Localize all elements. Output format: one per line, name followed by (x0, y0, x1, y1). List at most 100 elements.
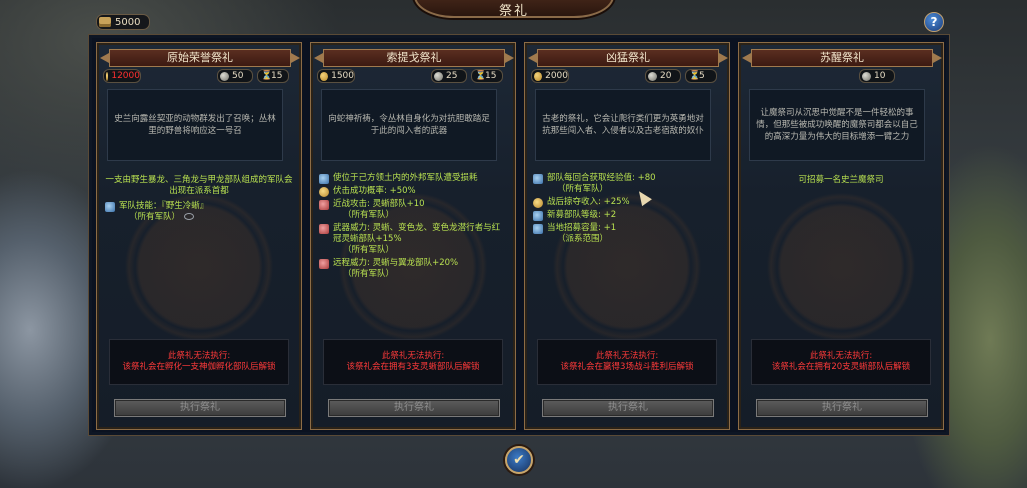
perform-rite-button[interactable]: 执行祭礼 (328, 399, 500, 417)
checkmark-icon: ✔ (513, 452, 525, 468)
effect-text: 伏击成功概率: +50% (333, 186, 416, 196)
rite-description-text: 史兰向露丝契亚的动物群发出了召唤；丛林里的野兽将响应这一号召 (114, 114, 276, 136)
effect-text: 近战攻击: 灵蜥部队+10 (333, 199, 425, 209)
effect-text: 军队技能：『野生冷蜥』 (119, 201, 209, 211)
effect-text: 新募部队等级: +2 (547, 210, 617, 220)
favor-cost-value: 25 (446, 71, 458, 81)
rite-title: 索提戈祭礼 (314, 49, 514, 67)
help-button[interactable]: ? (924, 12, 944, 32)
effect-sub-text: （所有军队） (129, 212, 181, 222)
rite-card-primal-glory[interactable]: 原始荣誉祭礼 12000 50 ⏳ 15 史兰向露丝契亚的动物群发出了召唤；丛林… (96, 42, 302, 430)
rite-description: 古老的祭礼，它会让爬行类们更为英勇地对抗那些闯入者、入侵者以及古老宿敌的奴仆 (535, 89, 711, 161)
hourglass-icon: ⏳ (689, 70, 701, 81)
rite-description: 史兰向露丝契亚的动物群发出了召唤；丛林里的野兽将响应这一号召 (107, 89, 283, 161)
favor-cost: 20 (645, 69, 681, 83)
rite-description: 让魔祭司从沉思中觉醒不是一件轻松的事情，但那些被成功唤醒的魔祭司都会以自己的高深… (749, 89, 925, 161)
gold-cost: 12000 (103, 69, 141, 83)
rite-effect-text: 可招募一名史兰魔祭司 (798, 175, 884, 185)
effect-sub: （所有军队） (343, 269, 395, 279)
effect-sub: （所有军队） (119, 212, 293, 223)
ambush-icon (319, 187, 329, 197)
cooldown-value: 15 (271, 71, 283, 81)
gold-coin-icon (534, 71, 543, 81)
treasury-value: 5000 (115, 16, 141, 28)
confirm-button[interactable]: ✔ (505, 446, 533, 474)
warning-text: 该祭礼会在赢得3场战斗胜利后解锁 (560, 362, 694, 372)
effect-row[interactable]: 军队技能：『野生冷蜥』 （所有军队） (105, 201, 293, 223)
effect-row[interactable]: 部队每回合获取经验值: +80 （所有军队） (533, 173, 721, 195)
cooldown: ⏳ 15 (471, 69, 503, 83)
rite-card-awakening[interactable]: 苏醒祭礼 10 让魔祭司从沉思中觉醒不是一件轻松的事情，但那些被成功唤醒的魔祭司… (738, 42, 944, 430)
hourglass-icon: ⏳ (261, 70, 273, 81)
treasury-icon (99, 17, 111, 27)
warning-text: 该祭礼会在孵化一支神伽孵化部队后解锁 (122, 362, 276, 372)
effect-text: 战后掠夺收入: +25% (547, 197, 630, 207)
favor-orb-icon (220, 71, 229, 81)
effect-row[interactable]: 战后掠夺收入: +25% (533, 197, 721, 208)
gold-coin-icon (106, 71, 109, 81)
favor-orb-icon (648, 71, 657, 81)
cooldown-value: 5 (699, 71, 705, 81)
perform-rite-button[interactable]: 执行祭礼 (542, 399, 714, 417)
effect-row[interactable]: 远程威力: 灵蜥与翼龙部队+20% （所有军队） (319, 258, 507, 280)
effect-text: 远程威力: 灵蜥与翼龙部队+20% (333, 258, 459, 268)
effect-text: 当地招募容量: +1 (547, 223, 617, 233)
rite-effects: 军队技能：『野生冷蜥』 （所有军队） (105, 201, 293, 225)
gold-cost: 1500 (317, 69, 355, 83)
rite-lock-warning: 此祭礼无法执行: 该祭礼会在拥有20支灵蜥部队后解锁 (751, 339, 931, 385)
effect-sub: （派系范围） (557, 234, 609, 244)
rite-title: 原始荣誉祭礼 (100, 49, 300, 67)
effect-text: 武器威力: 灵蜥、变色龙、变色龙潜行者与红冠灵蜥部队+15% (333, 223, 501, 244)
effect-text: 部队每回合获取经验值: +80 (547, 173, 656, 183)
rite-costs: 1500 25 ⏳ 15 (317, 69, 507, 83)
warning-title: 此祭礼无法执行: (595, 351, 659, 361)
gold-cost: 2000 (531, 69, 569, 83)
recruit-capacity-icon (533, 224, 543, 234)
favor-cost-value: 20 (660, 71, 672, 81)
warning-title: 此祭礼无法执行: (809, 351, 873, 361)
favor-orb-icon (862, 71, 871, 81)
rite-lock-warning: 此祭礼无法执行: 该祭礼会在赢得3场战斗胜利后解锁 (537, 339, 717, 385)
perform-rite-button[interactable]: 执行祭礼 (756, 399, 928, 417)
rite-effect-text: 一支由野生暴龙、三角龙与甲龙部队组成的军队会出现在派系首都 (105, 175, 293, 196)
favor-cost: 25 (431, 69, 467, 83)
rite-lock-warning: 此祭礼无法执行: 该祭礼会在拥有3支灵蜥部队后解锁 (323, 339, 503, 385)
recruit-rank-icon (533, 211, 543, 221)
hourglass-icon: ⏳ (475, 70, 487, 81)
treasury-display: 5000 (96, 14, 150, 30)
favor-cost: 50 (217, 69, 253, 83)
favor-cost: 10 (859, 69, 895, 83)
gold-cost-value: 2000 (545, 71, 568, 81)
warning-title: 此祭礼无法执行: (167, 351, 231, 361)
panel-title: 祭礼 (498, 4, 529, 19)
effect-row[interactable]: 使位于己方领土内的外邦军队遭受损耗 (319, 173, 507, 184)
army-ability-icon (105, 202, 115, 212)
rite-effects: 部队每回合获取经验值: +80 （所有军队） 战后掠夺收入: +25% 新募部队… (533, 173, 721, 247)
rite-title: 凶猛祭礼 (528, 49, 728, 67)
panel-title-plate: 祭礼 (414, 0, 614, 19)
rite-costs: 10 (745, 69, 935, 83)
effect-row[interactable]: 伏击成功概率: +50% (319, 186, 507, 197)
eye-icon[interactable] (184, 213, 195, 220)
warning-title: 此祭礼无法执行: (381, 351, 445, 361)
rite-card-sotek[interactable]: 索提戈祭礼 1500 25 ⏳ 15 向蛇神祈祷，令丛林自身化为对抗胆敢踏足于此… (310, 42, 516, 430)
missile-strength-icon (319, 259, 329, 269)
effect-text: 使位于己方领土内的外邦军队遭受损耗 (333, 173, 478, 183)
rite-title: 苏醒祭礼 (742, 49, 942, 67)
effect-row[interactable]: 新募部队等级: +2 (533, 210, 721, 221)
effect-row[interactable]: 近战攻击: 灵蜥部队+10 （所有军队） (319, 199, 507, 221)
weapon-strength-icon (319, 224, 329, 234)
rite-description: 向蛇神祈祷，令丛林自身化为对抗胆敢踏足于此的闯入者的武器 (321, 89, 497, 161)
rite-card-ferocity[interactable]: 凶猛祭礼 2000 20 ⏳ 5 古老的祭礼，它会让爬行类们更为英勇地对抗那些闯… (524, 42, 730, 430)
cooldown-value: 15 (485, 71, 497, 81)
rite-effects: 使位于己方领土内的外邦军队遭受损耗 伏击成功概率: +50% 近战攻击: 灵蜥部… (319, 173, 507, 282)
cooldown: ⏳ 15 (257, 69, 289, 83)
perform-rite-button[interactable]: 执行祭礼 (114, 399, 286, 417)
rite-description-text: 让魔祭司从沉思中觉醒不是一件轻松的事情，但那些被成功唤醒的魔祭司都会以自己的高深… (756, 108, 918, 142)
rite-description-text: 古老的祭礼，它会让爬行类们更为英勇地对抗那些闯入者、入侵者以及古老宿敌的奴仆 (542, 114, 704, 136)
favor-cost-value: 10 (874, 71, 886, 81)
help-icon: ? (930, 15, 938, 29)
effect-row[interactable]: 当地招募容量: +1 （派系范围） (533, 223, 721, 245)
rite-description-text: 向蛇神祈祷，令丛林自身化为对抗胆敢踏足于此的闯入者的武器 (328, 114, 490, 136)
effect-row[interactable]: 武器威力: 灵蜥、变色龙、变色龙潜行者与红冠灵蜥部队+15% （所有军队） (319, 223, 507, 256)
